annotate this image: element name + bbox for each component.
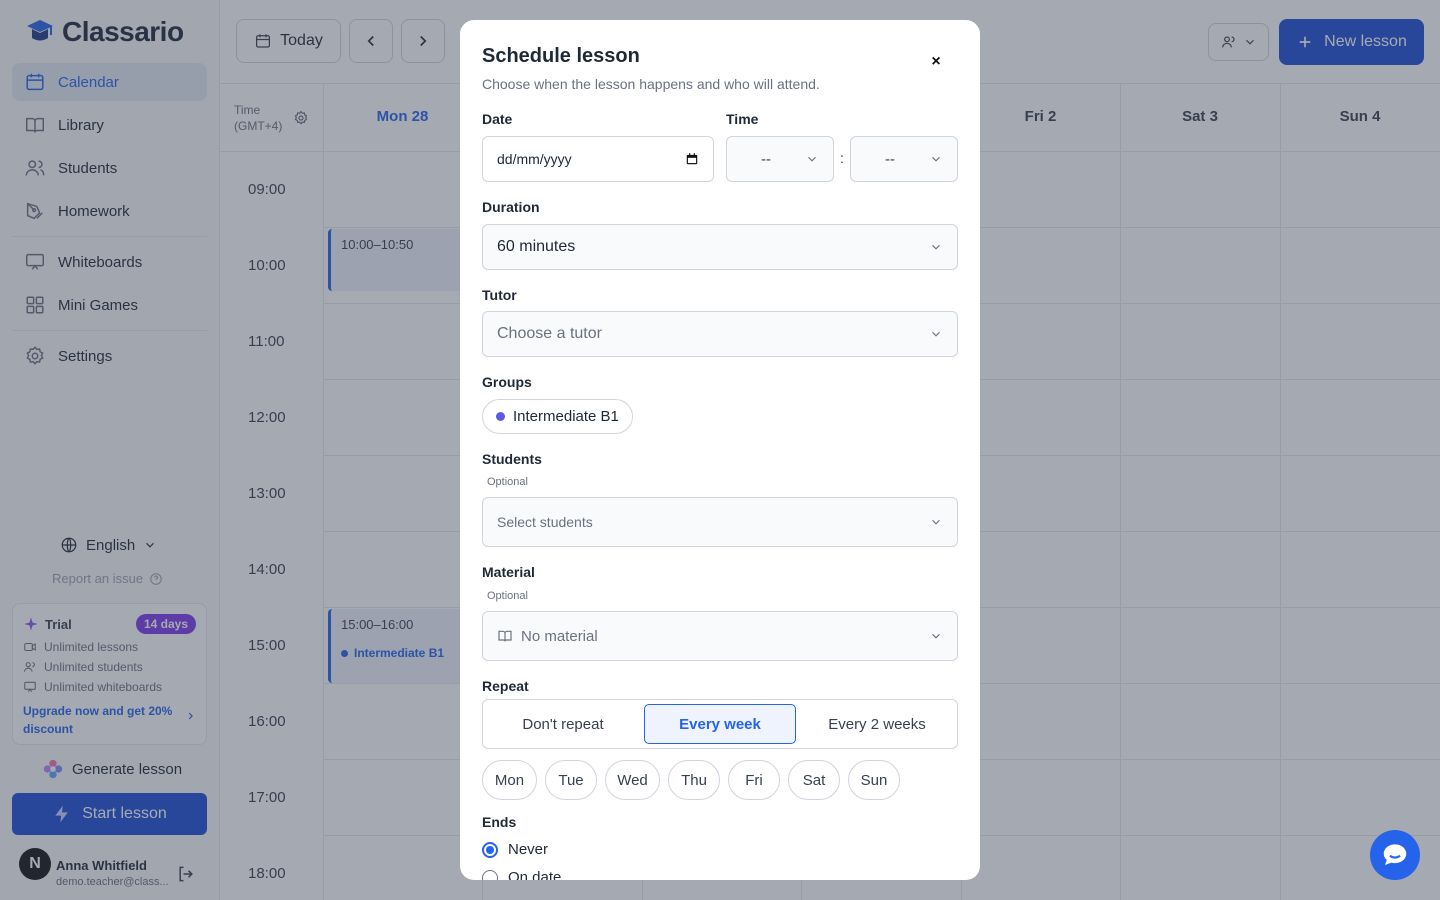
modal-subtitle: Choose when the lesson happens and who w… (482, 76, 820, 92)
students-optional: Optional (487, 476, 528, 488)
groups-label: Groups (482, 374, 532, 390)
ends-label: Ends (482, 814, 517, 830)
chevron-down-icon (932, 244, 940, 250)
weekday-toggle-sun[interactable]: Sun (848, 760, 900, 800)
chevron-down-icon (932, 331, 940, 337)
calendar-icon[interactable] (685, 152, 699, 166)
repeat-option-weekly[interactable]: Every week (644, 704, 796, 744)
radio-button[interactable] (482, 841, 498, 858)
radio-button[interactable] (482, 869, 498, 880)
chat-bubble-icon (1383, 844, 1407, 865)
group-dot (496, 412, 505, 421)
weekday-toggle-mon[interactable]: Mon (482, 760, 537, 800)
chevron-down-icon (932, 156, 940, 162)
chevron-down-icon (808, 156, 816, 162)
hour-value: -- (761, 150, 771, 168)
weekday-toggle-fri[interactable]: Fri (728, 760, 780, 800)
material-select[interactable]: No material (482, 611, 958, 661)
weekday-toggle-sat[interactable]: Sat (788, 760, 840, 800)
modal-title: Schedule lesson (482, 45, 640, 67)
students-placeholder: Select students (497, 514, 593, 530)
weekday-toggle-wed[interactable]: Wed (605, 760, 660, 800)
tutor-placeholder: Choose a tutor (497, 325, 602, 342)
group-chip[interactable]: Intermediate B1 (482, 399, 633, 434)
duration-value: 60 minutes (497, 238, 576, 255)
duration-label: Duration (482, 199, 540, 215)
weekday-toggle-thu[interactable]: Thu (668, 760, 720, 800)
tutor-label: Tutor (482, 287, 517, 303)
ends-option-label: Never (508, 841, 549, 858)
hour-select[interactable]: -- (726, 136, 834, 182)
ends-option-never[interactable]: Never (482, 841, 548, 858)
schedule-lesson-modal: Schedule lesson Choose when the lesson h… (460, 20, 980, 880)
date-field[interactable]: dd/mm/yyyy (482, 136, 714, 182)
time-label: Time (726, 111, 759, 127)
close-button[interactable]: × (928, 53, 944, 70)
chat-support-button[interactable] (1370, 830, 1420, 880)
book-open-icon (498, 630, 512, 642)
ends-option-label: On date (508, 869, 562, 880)
students-select[interactable]: Select students (482, 497, 958, 547)
material-optional: Optional (487, 590, 528, 602)
duration-select[interactable]: 60 minutes (482, 224, 958, 270)
chevron-down-icon (932, 633, 940, 639)
ends-option-on-date[interactable]: On date (482, 869, 561, 880)
weekday-toggle-tue[interactable]: Tue (545, 760, 597, 800)
repeat-label: Repeat (482, 678, 529, 694)
chevron-down-icon (932, 519, 940, 525)
students-label: Students (482, 451, 542, 467)
group-chip-label: Intermediate B1 (513, 408, 619, 425)
repeat-segmented-control: Don't repeat Every week Every 2 weeks (482, 699, 958, 749)
repeat-option-biweekly[interactable]: Every 2 weeks (801, 704, 953, 744)
repeat-option-none[interactable]: Don't repeat (487, 704, 639, 744)
tutor-select[interactable]: Choose a tutor (482, 311, 958, 357)
date-label: Date (482, 111, 513, 127)
minute-value: -- (885, 150, 895, 168)
material-label: Material (482, 564, 535, 580)
minute-select[interactable]: -- (850, 136, 958, 182)
time-separator: : (840, 150, 844, 166)
date-value: dd/mm/yyyy (497, 151, 572, 167)
material-value: No material (521, 627, 598, 645)
